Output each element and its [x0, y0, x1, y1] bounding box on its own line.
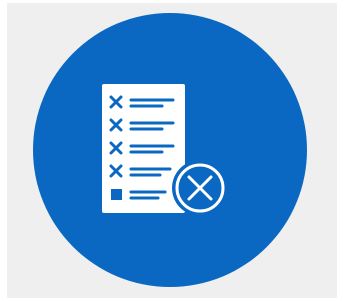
checklist-cancel-icon[interactable] — [0, 0, 344, 302]
filled-square-icon — [111, 189, 122, 200]
